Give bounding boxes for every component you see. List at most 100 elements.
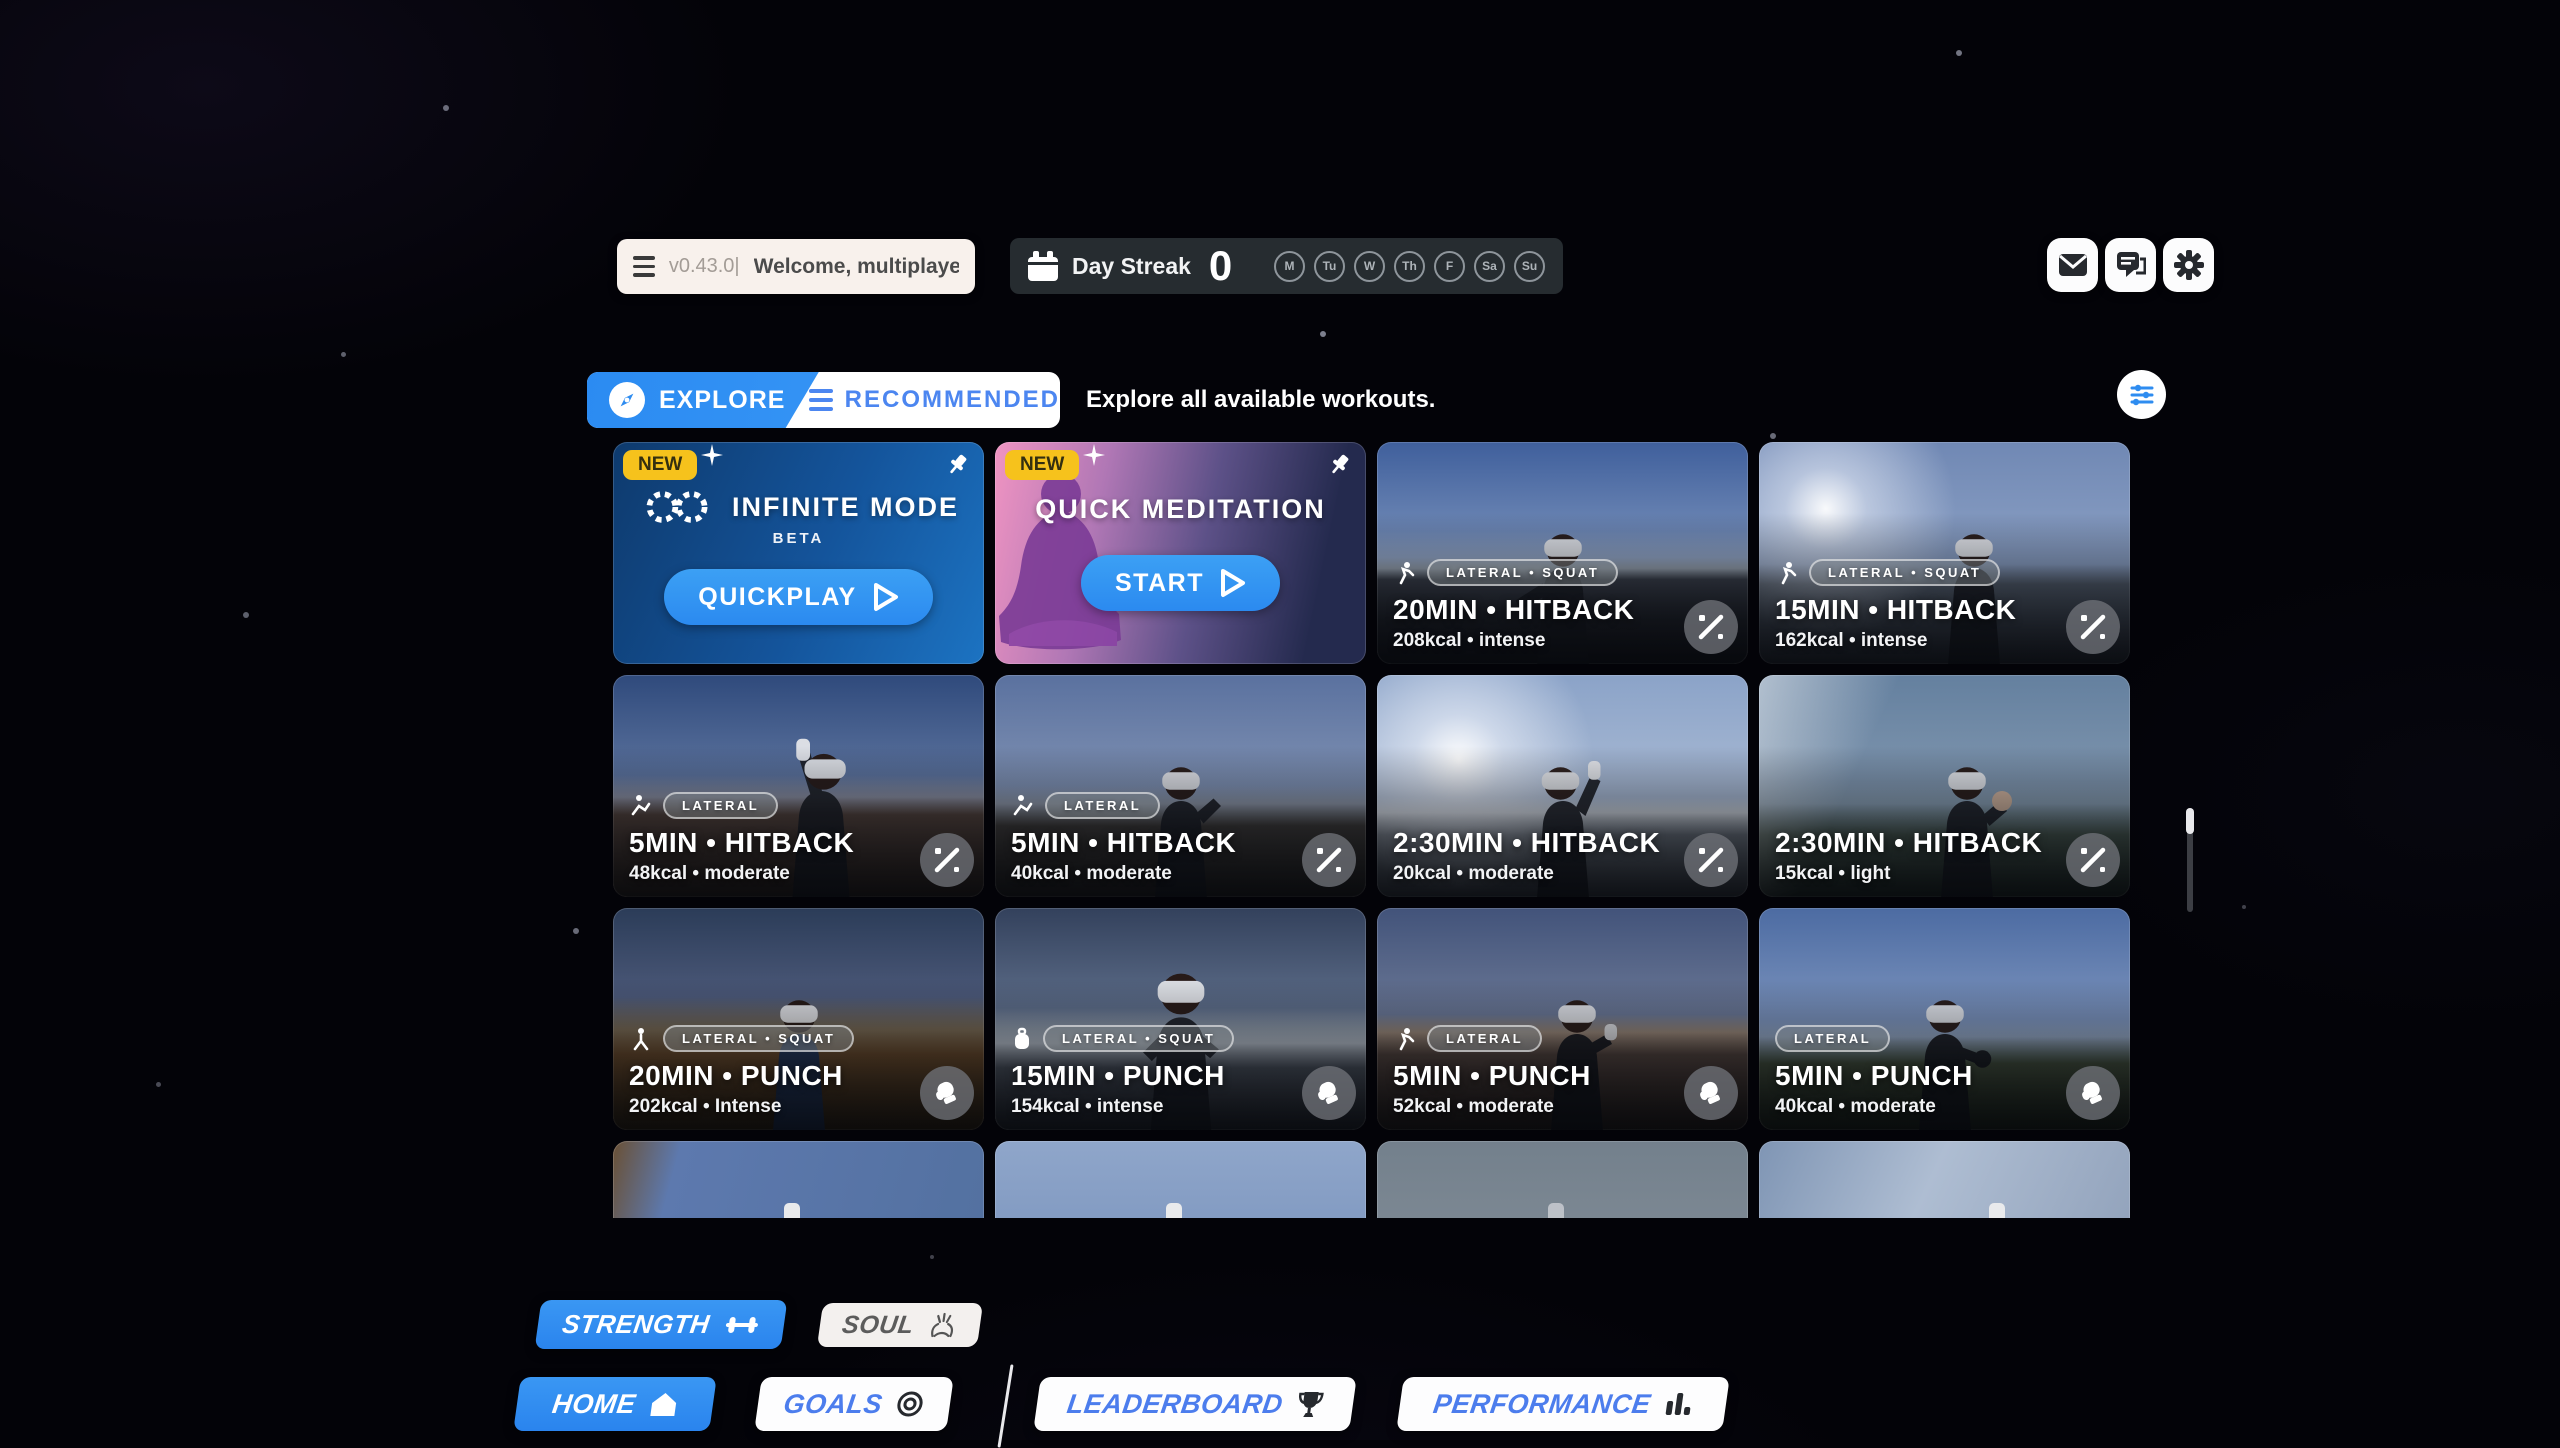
workout-card-20min-hitback[interactable]: LATERAL • SQUAT 20MIN • HITBACK 208kcal … <box>1377 442 1748 664</box>
tab-soul[interactable]: SOUL <box>817 1303 983 1347</box>
star-dot <box>443 105 449 111</box>
welcome-text: Welcome, multiplayer_... <box>754 255 959 279</box>
tab-explore[interactable]: EXPLORE <box>587 382 795 418</box>
scrollbar-thumb[interactable] <box>2186 808 2194 834</box>
workout-card-230min-hitback-20[interactable]: 2:30MIN • HITBACK 20kcal • moderate <box>1377 675 1748 897</box>
weekday-indicators: M Tu W Th F Sa Su <box>1274 251 1545 282</box>
menu-icon[interactable] <box>633 256 655 277</box>
grid-scrollbar[interactable] <box>2187 808 2193 912</box>
day-streak-count: 0 <box>1209 245 1232 287</box>
star-dot <box>930 1255 934 1259</box>
tab-performance[interactable]: PERFORMANCE <box>1396 1377 1730 1431</box>
filter-sliders-icon <box>2129 382 2155 408</box>
workout-meta: 202kcal • Intense <box>629 1096 914 1118</box>
activity-icon <box>629 1027 653 1051</box>
workout-grid: NEW INFINITE MODE BETA QUICKPLAY <box>613 442 2130 1218</box>
crossed-bats-icon <box>2066 833 2120 887</box>
view-tabs: EXPLORE RECOMMENDED <box>587 372 1060 428</box>
workout-meta: 15kcal • light <box>1775 863 2060 885</box>
compass-icon <box>609 382 645 418</box>
workout-card-5min-hitback-48[interactable]: LATERAL 5MIN • HITBACK 48kcal • moderate <box>613 675 984 897</box>
quickplay-label: QUICKPLAY <box>698 583 856 612</box>
settings-button[interactable] <box>2163 238 2214 292</box>
version-label: v0.43.0| <box>669 255 740 278</box>
tab-leaderboard[interactable]: LEADERBOARD <box>1033 1377 1357 1431</box>
quick-meditation-card[interactable]: NEW QUICK MEDITATION START <box>995 442 1366 664</box>
workout-meta: 48kcal • moderate <box>629 863 914 885</box>
star-dot <box>1770 433 1776 439</box>
workout-title: 20MIN • HITBACK <box>1393 594 1678 626</box>
beta-label: BETA <box>773 530 825 547</box>
boxing-glove-icon <box>1302 1066 1356 1120</box>
workout-tag: LATERAL <box>1427 1025 1542 1052</box>
workout-card-15min-punch[interactable]: LATERAL • SQUAT 15MIN • PUNCH 154kcal • … <box>995 908 1366 1130</box>
trophy-icon <box>1295 1390 1325 1418</box>
crossed-bats-icon <box>1684 833 1738 887</box>
vr-headset-tip <box>1548 1203 1564 1218</box>
tab-recommended-label: RECOMMENDED <box>845 386 1060 414</box>
workout-meta: 208kcal • intense <box>1393 630 1678 652</box>
workout-card-partial[interactable] <box>1377 1141 1748 1218</box>
workout-title: 2:30MIN • HITBACK <box>1393 827 1678 859</box>
soul-label: SOUL <box>840 1311 916 1340</box>
workout-title: 5MIN • HITBACK <box>1011 827 1296 859</box>
nav-divider <box>997 1364 1013 1447</box>
workout-tag: LATERAL <box>663 792 778 819</box>
pin-icon[interactable] <box>944 452 970 478</box>
workout-card-15min-hitback[interactable]: LATERAL • SQUAT 15MIN • HITBACK 162kcal … <box>1759 442 2130 664</box>
tab-home[interactable]: HOME <box>513 1377 717 1431</box>
filter-button[interactable] <box>2117 370 2166 419</box>
workout-title: 5MIN • HITBACK <box>629 827 914 859</box>
start-button[interactable]: START <box>1081 555 1280 611</box>
tab-recommended[interactable]: RECOMMENDED <box>795 386 1060 414</box>
mail-icon <box>2058 253 2088 277</box>
list-icon <box>809 389 833 411</box>
workout-title: 2:30MIN • HITBACK <box>1775 827 2060 859</box>
feedback-button[interactable] <box>2105 238 2156 292</box>
boxing-glove-icon <box>1684 1066 1738 1120</box>
workout-tag: LATERAL • SQUAT <box>1427 559 1618 586</box>
infinite-mode-title: INFINITE MODE <box>732 492 959 523</box>
vr-headset-tip <box>1166 1203 1182 1218</box>
start-label: START <box>1115 569 1204 598</box>
activity-icon <box>1393 1027 1417 1051</box>
crossed-bats-icon <box>920 833 974 887</box>
welcome-bar[interactable]: v0.43.0| Welcome, multiplayer_... <box>617 239 975 294</box>
workout-card-partial[interactable] <box>613 1141 984 1218</box>
star-dot <box>573 928 579 934</box>
sparkle-icon <box>701 444 723 466</box>
mail-button[interactable] <box>2047 238 2098 292</box>
workout-card-20min-punch[interactable]: LATERAL • SQUAT 20MIN • PUNCH 202kcal • … <box>613 908 984 1130</box>
home-icon <box>648 1391 680 1417</box>
leaderboard-label: LEADERBOARD <box>1065 1389 1285 1420</box>
weekday-circle: Sa <box>1474 251 1505 282</box>
tab-explore-label: EXPLORE <box>659 386 785 415</box>
pin-icon[interactable] <box>1326 452 1352 478</box>
workout-card-5min-punch-52[interactable]: LATERAL 5MIN • PUNCH 52kcal • moderate <box>1377 908 1748 1130</box>
infinite-mode-card[interactable]: NEW INFINITE MODE BETA QUICKPLAY <box>613 442 984 664</box>
play-icon <box>1220 568 1246 598</box>
target-icon <box>894 1390 926 1418</box>
workout-card-5min-punch-40[interactable]: LATERAL 5MIN • PUNCH 40kcal • moderate <box>1759 908 2130 1130</box>
workout-card-5min-hitback-40[interactable]: LATERAL 5MIN • HITBACK 40kcal • moderate <box>995 675 1366 897</box>
workout-card-partial[interactable] <box>1759 1141 2130 1218</box>
workout-title: 15MIN • PUNCH <box>1011 1060 1296 1092</box>
workout-card-partial[interactable] <box>995 1141 1366 1218</box>
crossed-bats-icon <box>1302 833 1356 887</box>
workout-tag: LATERAL • SQUAT <box>663 1025 854 1052</box>
play-icon <box>873 582 899 612</box>
workout-meta: 40kcal • moderate <box>1775 1096 2060 1118</box>
star-dot <box>1320 331 1326 337</box>
quickplay-button[interactable]: QUICKPLAY <box>664 569 932 625</box>
tabs-description: Explore all available workouts. <box>1086 386 1435 414</box>
boxing-glove-icon <box>2066 1066 2120 1120</box>
workout-tag: LATERAL <box>1045 792 1160 819</box>
activity-icon <box>629 794 653 818</box>
tab-goals[interactable]: GOALS <box>754 1377 954 1431</box>
workout-card-230min-hitback-15[interactable]: 2:30MIN • HITBACK 15kcal • light <box>1759 675 2130 897</box>
weekday-circle: Su <box>1514 251 1545 282</box>
star-dot <box>341 352 346 357</box>
tab-strength[interactable]: STRENGTH <box>535 1300 788 1349</box>
activity-icon <box>1011 1027 1033 1051</box>
day-streak-widget[interactable]: Day Streak 0 M Tu W Th F Sa Su <box>1010 238 1563 294</box>
